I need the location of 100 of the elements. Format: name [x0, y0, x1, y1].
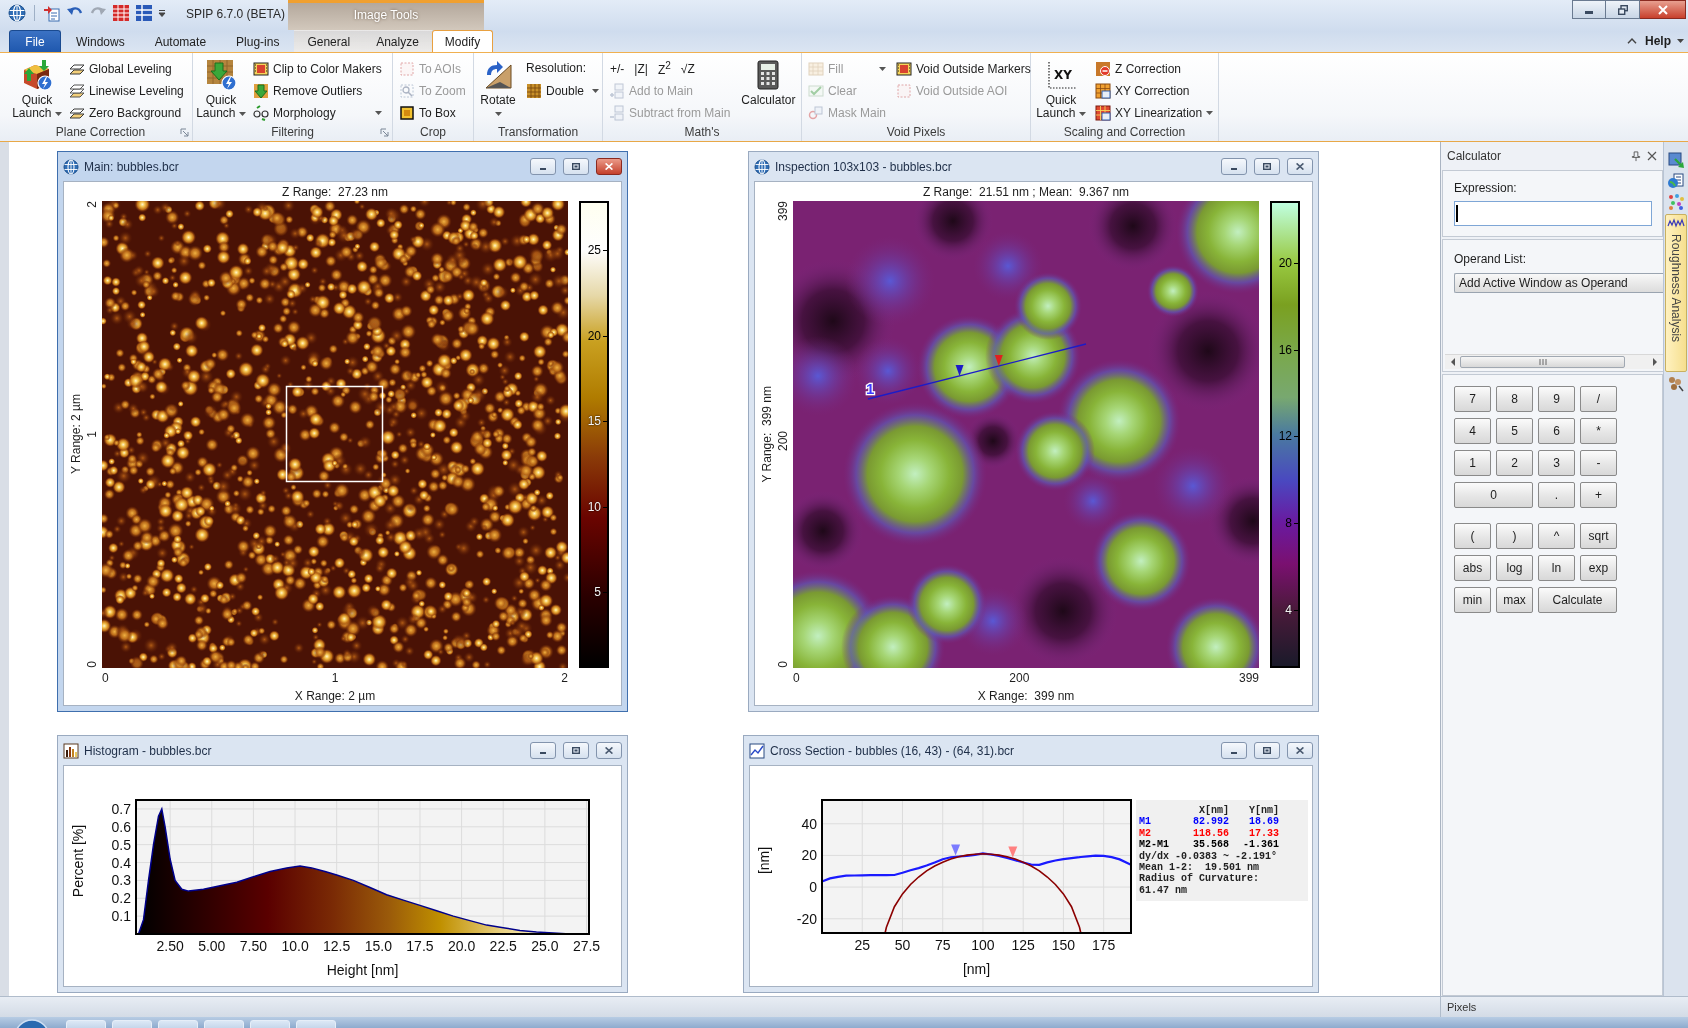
keypad-button[interactable]: max	[1496, 587, 1533, 613]
ribbon-button[interactable]: XY Linearization	[1092, 102, 1217, 123]
keypad-button[interactable]: 5	[1496, 418, 1533, 444]
right-arrow-icon[interactable]	[1652, 358, 1658, 366]
file-menu-button[interactable]: File	[9, 30, 61, 52]
keypad-button[interactable]: 3	[1538, 450, 1575, 476]
keypad-button[interactable]: 1	[1454, 450, 1491, 476]
minimize-button[interactable]	[530, 158, 556, 175]
caret-up-icon[interactable]	[1627, 38, 1637, 44]
pin-icon[interactable]	[1631, 150, 1641, 162]
restore-button[interactable]	[1254, 742, 1280, 759]
ribbon-large-button[interactable]: Quick Launch	[196, 57, 246, 120]
caret-icon[interactable]	[158, 9, 166, 17]
grid-icon[interactable]	[135, 4, 153, 22]
dialog-launcher-icon[interactable]	[380, 127, 389, 137]
keypad-button[interactable]: 6	[1538, 418, 1575, 444]
globe-icon[interactable]	[8, 4, 26, 22]
keypad-button[interactable]: 4	[1454, 418, 1491, 444]
restore-button[interactable]	[1606, 0, 1640, 19]
ribbon-button[interactable]: Clip to Color Makers	[250, 58, 385, 79]
keypad-button[interactable]: sqrt	[1580, 523, 1617, 549]
close-button[interactable]	[1287, 158, 1313, 175]
globe-document-icon[interactable]	[1667, 172, 1685, 190]
keypad-button[interactable]: 8	[1496, 386, 1533, 412]
ribbon-large-button[interactable]: XY Quick Launch	[1034, 57, 1088, 120]
ribbon-large-button[interactable]: Rotate	[477, 57, 519, 120]
keypad-button[interactable]: exp	[1580, 555, 1617, 581]
profile-line[interactable]	[867, 343, 1087, 400]
ribbon-button[interactable]: |Z|	[630, 58, 652, 79]
ribbon-button[interactable]: +/-	[606, 58, 629, 79]
title-bar[interactable]: Inspection 103x103 - bubbles.bcr	[754, 152, 1313, 181]
minimize-button[interactable]	[1572, 0, 1606, 19]
restore-button[interactable]	[563, 158, 589, 175]
help-button[interactable]: Help	[1641, 30, 1688, 52]
beads-icon[interactable]	[1667, 375, 1685, 393]
scrollbar-thumb[interactable]	[1460, 356, 1625, 368]
keypad-button[interactable]: ln	[1538, 555, 1575, 581]
keypad-button[interactable]: )	[1496, 523, 1533, 549]
ribbon-tab[interactable]: Windows	[61, 30, 140, 52]
ribbon-button[interactable]: Linewise Leveling	[66, 80, 187, 101]
dropdown-select[interactable]: Double	[523, 80, 603, 101]
close-button[interactable]	[1287, 742, 1313, 759]
title-bar[interactable]: Main: bubbles.bcr	[63, 152, 622, 181]
restore-button[interactable]	[1254, 158, 1280, 175]
marker-icon[interactable]	[994, 355, 1003, 366]
ribbon-button[interactable]: √Z	[676, 58, 699, 79]
ribbon-button[interactable]: Remove Outliers	[250, 80, 385, 101]
keypad-button[interactable]: (	[1454, 523, 1491, 549]
ribbon-button[interactable]: XY Correction	[1092, 80, 1217, 101]
ribbon-tab[interactable]: Automate	[139, 30, 222, 52]
ribbon-button[interactable]: Z Correction	[1092, 58, 1217, 79]
keypad-button[interactable]: +	[1580, 482, 1617, 508]
ribbon-large-button[interactable]: Quick Launch	[12, 57, 62, 120]
ribbon-button[interactable]: To Box	[396, 102, 469, 123]
horizontal-scrollbar[interactable]	[1445, 354, 1663, 369]
selection-rectangle[interactable]	[285, 385, 384, 483]
ribbon-large-button[interactable]: Calculator	[737, 57, 800, 107]
ribbon-button[interactable]: Z$^{2}$	[653, 58, 675, 79]
keypad-button[interactable]: min	[1454, 587, 1491, 613]
keypad-button[interactable]: abs	[1454, 555, 1491, 581]
left-arrow-icon[interactable]	[1450, 358, 1456, 366]
colored-dots-icon[interactable]	[1667, 193, 1685, 211]
ribbon-tab[interactable]: Analyze	[363, 30, 432, 52]
close-button[interactable]	[596, 742, 622, 759]
marker-icon[interactable]	[955, 364, 964, 376]
keypad-button[interactable]: ^	[1538, 523, 1575, 549]
keypad-button[interactable]: log	[1496, 555, 1533, 581]
close-button[interactable]	[596, 158, 622, 175]
ribbon-button[interactable]: Zero Background	[66, 102, 187, 123]
keypad-button[interactable]: -	[1580, 450, 1617, 476]
side-panel-tab[interactable]: Roughness Analysis	[1665, 214, 1687, 372]
restore-button[interactable]	[563, 742, 589, 759]
dialog-launcher-icon[interactable]	[180, 127, 189, 137]
expression-field[interactable]	[1454, 201, 1652, 226]
ribbon-tab[interactable]: Plug-ins	[221, 30, 295, 52]
ribbon-button[interactable]: Morphology	[250, 102, 385, 123]
keypad-button[interactable]: 2	[1496, 450, 1533, 476]
ribbon-tab[interactable]: General	[294, 30, 364, 52]
document-arrow-icon[interactable]	[43, 4, 61, 22]
keypad-button[interactable]: 7	[1454, 386, 1491, 412]
minimize-button[interactable]	[530, 742, 556, 759]
marker-icon[interactable]	[951, 844, 961, 856]
keypad-button[interactable]: 0	[1454, 482, 1533, 508]
list-item[interactable]: Add Active Window as Operand	[1454, 273, 1663, 293]
keypad-button[interactable]: Calculate	[1538, 587, 1617, 613]
title-bar[interactable]: Cross Section - bubbles (16, 43) - (64, 31).bcr	[749, 736, 1313, 765]
keypad-button[interactable]: 9	[1538, 386, 1575, 412]
ribbon-button[interactable]: Void Outside Markers	[893, 58, 1034, 79]
keypad-button[interactable]: *	[1580, 418, 1617, 444]
minimize-button[interactable]	[1221, 158, 1247, 175]
keypad-button[interactable]: .	[1538, 482, 1575, 508]
keypad-button[interactable]: /	[1580, 386, 1617, 412]
close-button[interactable]	[1640, 0, 1686, 19]
ribbon-tab[interactable]: Modify	[431, 30, 494, 52]
minimize-button[interactable]	[1221, 742, 1247, 759]
marker-icon[interactable]	[1008, 846, 1018, 858]
title-bar[interactable]: Histogram - bubbles.bcr	[63, 736, 622, 765]
close-icon[interactable]	[1647, 151, 1657, 161]
ribbon-button[interactable]: Global Leveling	[66, 58, 187, 79]
grid-icon[interactable]	[112, 4, 130, 22]
